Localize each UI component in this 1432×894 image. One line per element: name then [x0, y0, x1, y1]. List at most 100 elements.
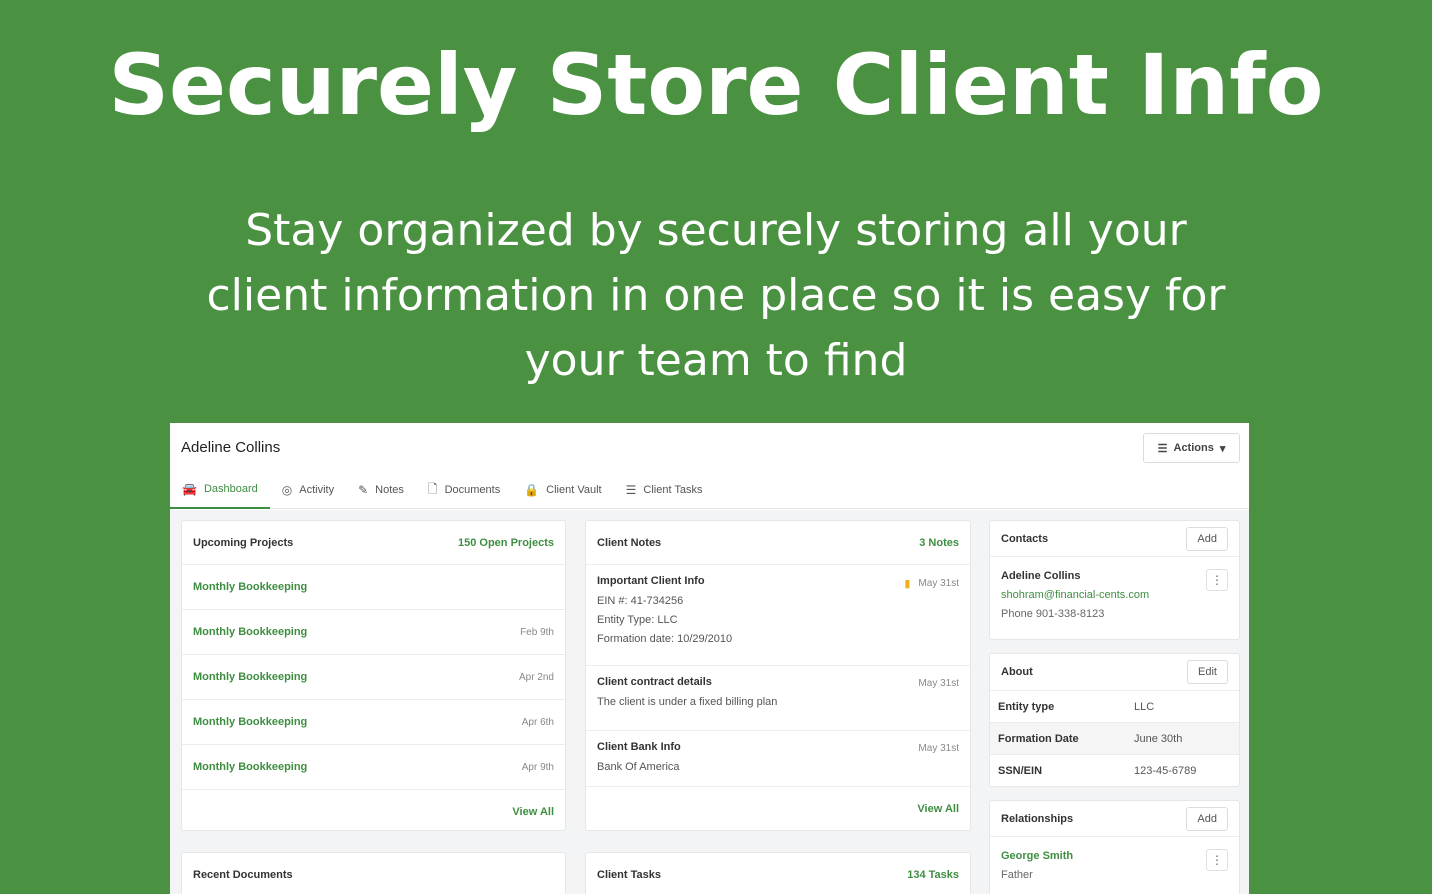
- note-title: Client Bank Info: [597, 741, 681, 753]
- project-row[interactable]: Monthly Bookkeeping Apr 6th: [182, 700, 565, 745]
- card-footer: View All: [182, 790, 565, 830]
- client-notes-card: Client Notes 3 Notes Important Client In…: [585, 520, 971, 831]
- hero-subtitle-line: Stay organized by securely storing all y…: [245, 205, 1187, 256]
- hero-subtitle-line: client information in one place so it is…: [206, 270, 1226, 321]
- tab-bar: 🚘 Dashboard ◎ Activity ✎ Notes 🗋 Documen…: [170, 471, 714, 509]
- tasks-icon: ☰: [625, 483, 637, 497]
- project-row[interactable]: Monthly Bookkeeping Feb 9th: [182, 610, 565, 655]
- tab-label: Documents: [444, 484, 501, 496]
- view-all-projects-link[interactable]: View All: [512, 806, 554, 818]
- card-title: Upcoming Projects: [193, 536, 294, 549]
- note-line: EIN #: 41-734256: [597, 595, 684, 607]
- note-meta: ▮ May 31st: [904, 577, 959, 590]
- card-header: Upcoming Projects 150 Open Projects: [182, 521, 565, 565]
- note-date: May 31st: [918, 743, 959, 754]
- car-icon: 🚘: [182, 482, 197, 496]
- caret-down-icon: ▾: [1219, 442, 1226, 455]
- lock-icon: 🔒: [524, 483, 540, 497]
- more-options-icon[interactable]: ⋮: [1206, 569, 1228, 591]
- app-window: Adeline Collins ☰ Actions ▾ 🚘 Dashboard …: [170, 423, 1249, 894]
- project-name[interactable]: Monthly Bookkeeping: [193, 581, 307, 593]
- note-line: The client is under a fixed billing plan: [597, 696, 778, 708]
- tab-dashboard[interactable]: 🚘 Dashboard: [170, 471, 270, 509]
- menu-icon: ☰: [1157, 442, 1168, 455]
- open-projects-link[interactable]: 150 Open Projects: [458, 537, 554, 549]
- about-row: Formation Date June 30th: [990, 722, 1239, 754]
- about-key: Formation Date: [998, 732, 1079, 745]
- actions-button[interactable]: ☰ Actions ▾: [1143, 433, 1240, 463]
- about-row: SSN/EIN 123-45-6789: [990, 754, 1239, 786]
- card-header: Recent Documents: [182, 853, 565, 894]
- card-header: About Edit: [990, 654, 1239, 690]
- hero-subtitle-line: your team to find: [524, 335, 908, 386]
- edit-about-button[interactable]: Edit: [1187, 660, 1228, 684]
- bookmark-icon[interactable]: ▮: [904, 577, 910, 590]
- about-key: SSN/EIN: [998, 764, 1043, 777]
- relationships-card: Relationships Add George Smith Father ⋮: [989, 800, 1240, 894]
- notes-icon: ✎: [358, 483, 369, 497]
- relationship-item: George Smith Father ⋮: [990, 837, 1239, 894]
- project-date: Feb 9th: [520, 626, 554, 638]
- about-value: 123-45-6789: [1134, 764, 1197, 777]
- about-key: Entity type: [998, 700, 1055, 713]
- note-line: Bank Of America: [597, 761, 680, 773]
- project-name[interactable]: Monthly Bookkeeping: [193, 761, 307, 773]
- contact-email-link[interactable]: shohram@financial-cents.com: [1001, 586, 1228, 605]
- project-name[interactable]: Monthly Bookkeeping: [193, 716, 307, 728]
- add-relationship-button[interactable]: Add: [1186, 806, 1228, 831]
- view-all-notes-link[interactable]: View All: [917, 803, 959, 815]
- dashboard-body: Upcoming Projects 150 Open Projects Mont…: [170, 510, 1249, 894]
- notes-count-link[interactable]: 3 Notes: [919, 537, 959, 549]
- project-row[interactable]: Monthly Bookkeeping Apr 2nd: [182, 655, 565, 700]
- tab-label: Client Tasks: [643, 484, 703, 496]
- note-item[interactable]: Client Bank Info May 31st Bank Of Americ…: [586, 731, 970, 787]
- activity-icon: ◎: [281, 483, 293, 497]
- relationship-role: Father: [1001, 869, 1033, 881]
- card-title: Contacts: [1001, 532, 1049, 545]
- card-title: Client Notes: [597, 536, 662, 549]
- note-date: May 31st: [918, 578, 959, 589]
- note-line: Entity Type: LLC: [597, 614, 678, 626]
- tab-label: Activity: [299, 484, 335, 496]
- note-item[interactable]: Important Client Info ▮ May 31st EIN #: …: [586, 565, 970, 666]
- tab-label: Client Vault: [546, 484, 602, 496]
- about-row: Entity type LLC: [990, 690, 1239, 722]
- tab-client-vault[interactable]: 🔒 Client Vault: [512, 471, 613, 509]
- tasks-count-link[interactable]: 134 Tasks: [907, 869, 959, 881]
- project-name[interactable]: Monthly Bookkeeping: [193, 671, 307, 683]
- relationship-name-link[interactable]: George Smith: [1001, 847, 1228, 866]
- project-row[interactable]: Monthly Bookkeeping Apr 9th: [182, 745, 565, 790]
- about-card: About Edit Entity type LLC Formation Dat…: [989, 653, 1240, 787]
- card-title: Relationships: [1001, 812, 1074, 825]
- tab-label: Dashboard: [203, 483, 258, 495]
- project-date: Apr 6th: [521, 716, 554, 728]
- contact-item: Adeline Collins shohram@financial-cents.…: [990, 557, 1239, 634]
- tab-label: Notes: [375, 484, 404, 496]
- tab-documents[interactable]: 🗋 Documents: [416, 471, 512, 509]
- note-line: Formation date: 10/29/2010: [597, 633, 733, 645]
- note-date: May 31st: [918, 678, 959, 689]
- card-header: Client Tasks 134 Tasks: [586, 853, 970, 894]
- project-row[interactable]: Monthly Bookkeeping: [182, 565, 565, 610]
- about-value: June 30th: [1134, 732, 1183, 745]
- card-title: Client Tasks: [597, 868, 661, 881]
- actions-label: Actions: [1173, 442, 1214, 454]
- add-contact-button[interactable]: Add: [1186, 526, 1228, 551]
- tab-activity[interactable]: ◎ Activity: [270, 471, 346, 509]
- note-item[interactable]: Client contract details May 31st The cli…: [586, 666, 970, 731]
- recent-documents-card: Recent Documents: [181, 852, 566, 894]
- project-name[interactable]: Monthly Bookkeeping: [193, 626, 307, 638]
- tab-notes[interactable]: ✎ Notes: [346, 471, 416, 509]
- card-header: Client Notes 3 Notes: [586, 521, 970, 565]
- tab-client-tasks[interactable]: ☰ Client Tasks: [614, 471, 715, 509]
- card-header: Contacts Add: [990, 521, 1239, 557]
- note-title: Client contract details: [597, 676, 712, 688]
- about-value: LLC: [1134, 700, 1155, 713]
- card-title: About: [1001, 666, 1033, 678]
- client-header: Adeline Collins ☰ Actions ▾ 🚘 Dashboard …: [170, 423, 1249, 509]
- more-options-icon[interactable]: ⋮: [1206, 849, 1228, 871]
- hero-subtitle: Stay organized by securely storing all y…: [180, 198, 1252, 393]
- card-title: Recent Documents: [193, 868, 293, 881]
- card-footer: View All: [586, 787, 970, 830]
- project-date: Apr 2nd: [518, 671, 554, 683]
